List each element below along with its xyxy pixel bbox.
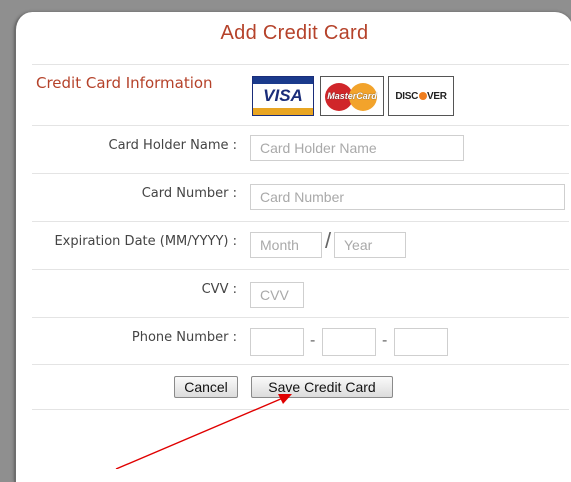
divider bbox=[32, 125, 569, 126]
divider bbox=[32, 269, 569, 270]
phone-prefix-input[interactable] bbox=[322, 328, 376, 356]
divider bbox=[32, 317, 569, 318]
divider bbox=[32, 173, 569, 174]
save-credit-card-button[interactable]: Save Credit Card bbox=[251, 376, 393, 398]
phone-separator: - bbox=[310, 332, 316, 349]
divider bbox=[32, 64, 569, 65]
expiration-date-label: Expiration Date (MM/YYYY) : bbox=[54, 234, 237, 249]
phone-line-input[interactable] bbox=[394, 328, 448, 356]
mastercard-logo: MasterCard bbox=[320, 76, 384, 116]
dialog-title: Add Credit Card bbox=[220, 22, 369, 44]
phone-area-code-input[interactable] bbox=[250, 328, 304, 356]
cancel-button[interactable]: Cancel bbox=[174, 376, 238, 398]
section-label: Credit Card Information bbox=[36, 74, 213, 92]
phone-number-label: Phone Number : bbox=[131, 330, 237, 345]
cvv-input[interactable]: CVV bbox=[250, 282, 304, 308]
discover-logo: DISC VER bbox=[388, 76, 454, 116]
visa-logo: VISA bbox=[252, 76, 314, 116]
divider bbox=[32, 221, 569, 222]
expiration-month-input[interactable]: Month bbox=[250, 232, 322, 258]
expiration-year-input[interactable]: Year bbox=[334, 232, 406, 258]
card-number-label: Card Number : bbox=[141, 186, 237, 201]
card-holder-label: Card Holder Name : bbox=[108, 138, 237, 153]
card-number-input[interactable]: Card Number bbox=[250, 184, 565, 210]
add-credit-card-dialog: Add Credit Card Credit Card Information … bbox=[14, 12, 571, 482]
card-holder-input[interactable]: Card Holder Name bbox=[250, 135, 464, 161]
divider bbox=[32, 409, 569, 410]
divider bbox=[32, 364, 569, 365]
cvv-label: CVV : bbox=[201, 282, 237, 297]
phone-separator: - bbox=[382, 332, 388, 349]
expiry-separator: / bbox=[325, 228, 332, 253]
